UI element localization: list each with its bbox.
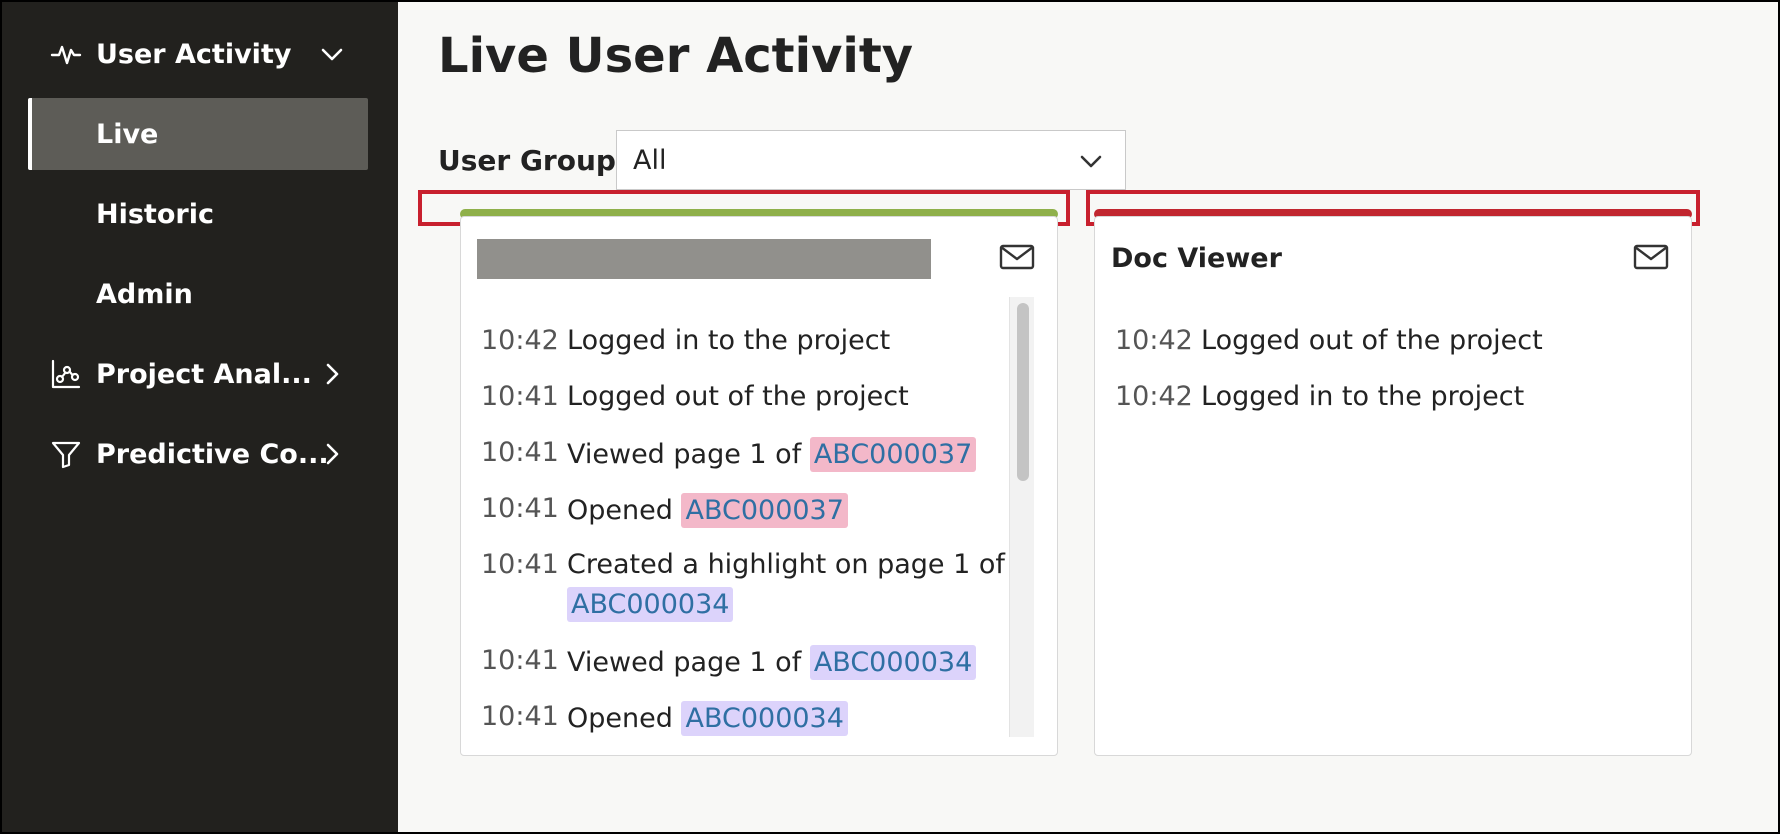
mail-icon[interactable] (1633, 243, 1669, 271)
entry-time: 10:42 (1115, 325, 1193, 356)
activity-card: 10:42 Logged in to the project 10:41 Log… (460, 216, 1058, 756)
sidebar-item-label: Live (96, 118, 159, 150)
sidebar-item-label: Project Anal... (96, 358, 312, 390)
entry-time: 10:41 (481, 549, 559, 580)
entry-text: Viewed page 1 of (567, 439, 802, 470)
main-content: Live User Activity User Group: All 10:42… (398, 2, 1778, 832)
sidebar-item-historic[interactable]: Historic (2, 178, 398, 250)
entry-text: Logged out of the project (567, 381, 909, 412)
filter-funnel-icon (51, 441, 81, 469)
sidebar-item-label: Predictive Co... (96, 438, 329, 470)
sidebar-item-predictive-coding[interactable]: Predictive Co... (2, 418, 398, 490)
chevron-down-icon[interactable] (318, 40, 346, 68)
scrollbar[interactable] (1009, 297, 1034, 737)
entry-text: Viewed page 1 of (567, 647, 802, 678)
sidebar-item-user-activity[interactable]: User Activity (2, 18, 398, 90)
user-group-value: All (633, 145, 667, 176)
entry-text: Opened (567, 703, 673, 734)
user-group-label: User Group: (438, 144, 628, 177)
entry-time: 10:41 (481, 493, 559, 524)
mail-icon[interactable] (999, 243, 1035, 271)
entry-time: 10:42 (481, 325, 559, 356)
document-link[interactable]: ABC000037 (681, 493, 848, 528)
entry-time: 10:42 (1115, 381, 1193, 412)
card-title: Doc Viewer (1111, 243, 1282, 274)
redacted-username (477, 239, 931, 279)
chevron-right-icon[interactable] (318, 440, 346, 468)
entry-time: 10:41 (481, 701, 559, 732)
document-link[interactable]: ABC000037 (809, 437, 977, 472)
entry-text: Logged out of the project (1201, 325, 1543, 356)
sidebar-item-label: Admin (96, 278, 193, 310)
sidebar-item-admin[interactable]: Admin (2, 258, 398, 330)
page-title: Live User Activity (438, 28, 914, 84)
sidebar-item-label: User Activity (96, 38, 292, 70)
sidebar-item-live[interactable]: Live (28, 98, 368, 170)
sidebar: User Activity Live Historic Admin Projec… (2, 2, 398, 832)
entry-time: 10:41 (481, 437, 559, 468)
document-link[interactable]: ABC000034 (567, 587, 734, 622)
entry-text: Logged in to the project (1201, 381, 1525, 412)
scrollbar-thumb[interactable] (1017, 303, 1029, 481)
activity-card: Doc Viewer 10:42 Logged out of the proje… (1094, 216, 1692, 756)
sidebar-item-label: Historic (96, 198, 214, 230)
chevron-right-icon[interactable] (318, 360, 346, 388)
activity-pulse-icon (50, 45, 82, 65)
sidebar-item-project-analytics[interactable]: Project Anal... (2, 338, 398, 410)
entry-time: 10:41 (481, 645, 559, 676)
document-link[interactable]: ABC000034 (809, 645, 977, 680)
app-window: User Activity Live Historic Admin Projec… (0, 0, 1780, 834)
entry-text: Opened (567, 495, 673, 526)
entry-text: Created a highlight on page 1 of (567, 549, 1005, 580)
user-group-select[interactable]: All (616, 130, 1126, 190)
entry-time: 10:41 (481, 381, 559, 412)
chevron-down-icon (1080, 155, 1102, 168)
document-link[interactable]: ABC000034 (681, 701, 848, 736)
graph-nodes-icon (51, 359, 81, 389)
entry-text: Logged in to the project (567, 325, 891, 356)
